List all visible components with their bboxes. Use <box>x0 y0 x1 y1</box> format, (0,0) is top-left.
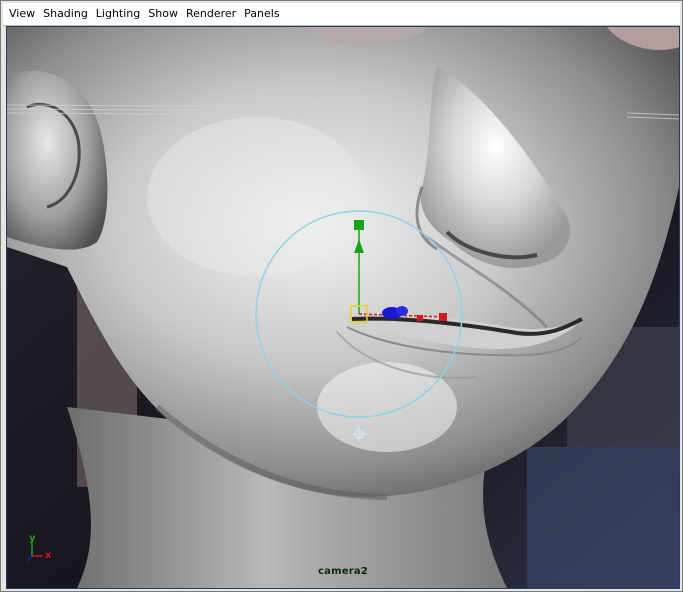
x-axis-handle[interactable] <box>439 313 447 321</box>
menu-renderer[interactable]: Renderer <box>182 3 240 25</box>
3d-viewport[interactable]: y x camera2 <box>6 26 680 589</box>
menu-lighting[interactable]: Lighting <box>92 3 144 25</box>
view-axis-y-label: y <box>29 533 36 544</box>
camera-name-label: camera2 <box>318 566 368 577</box>
view-axis-x-label: x <box>45 550 52 561</box>
menu-shading[interactable]: Shading <box>39 3 92 25</box>
menu-panels[interactable]: Panels <box>240 3 283 25</box>
menu-view[interactable]: View <box>3 3 39 25</box>
menu-show[interactable]: Show <box>144 3 182 25</box>
y-axis-handle[interactable] <box>354 220 364 230</box>
panel-menu-bar: View Shading Lighting Show Renderer Pane… <box>3 3 680 26</box>
scene-render <box>7 27 679 588</box>
maya-viewport-panel: View Shading Lighting Show Renderer Pane… <box>0 0 683 592</box>
